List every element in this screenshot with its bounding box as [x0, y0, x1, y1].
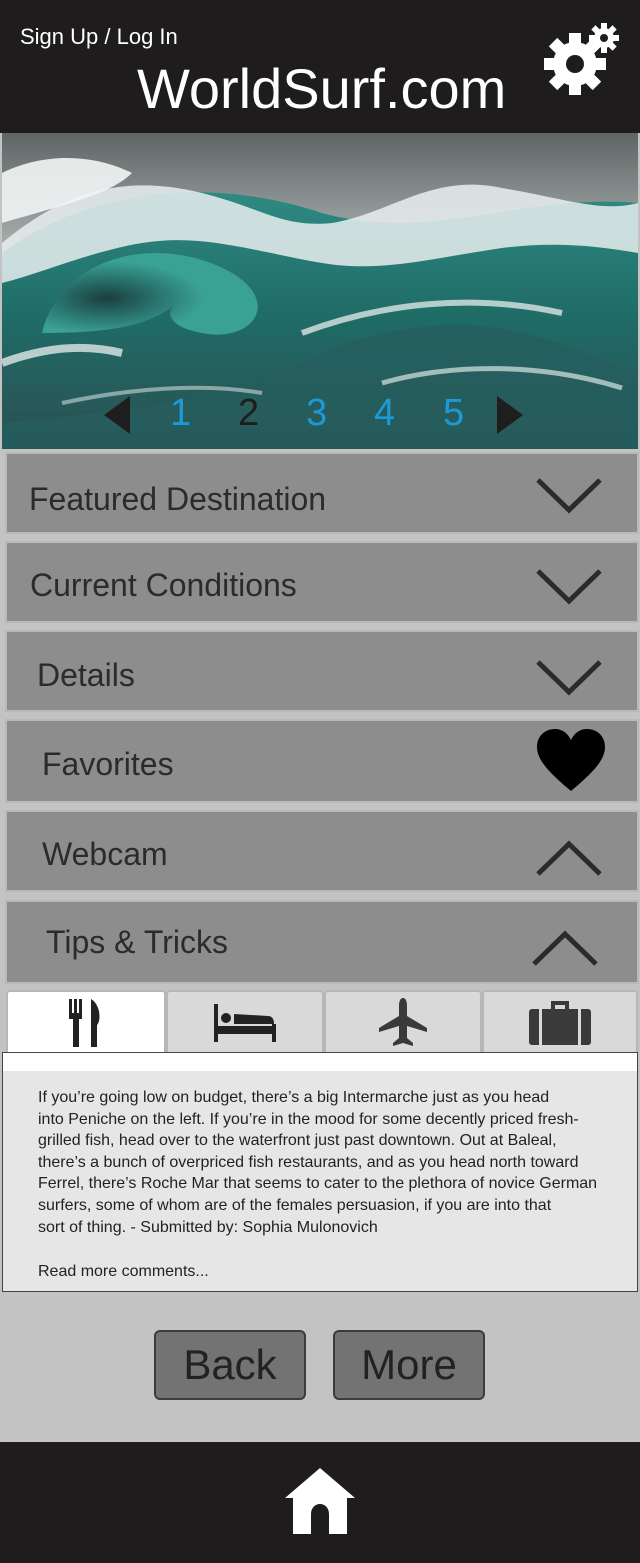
signup-login-link[interactable]: Sign Up / Log In [20, 24, 178, 50]
back-button[interactable]: Back [154, 1330, 306, 1400]
tab-restaurant[interactable] [6, 990, 166, 1054]
airplane-icon [379, 998, 427, 1046]
bed-icon [214, 1004, 276, 1042]
chevron-up-icon [532, 930, 598, 966]
accordion-label: Details [37, 657, 135, 693]
prev-arrow-icon[interactable] [104, 396, 130, 434]
next-arrow-icon[interactable] [497, 396, 523, 434]
accordion-webcam[interactable]: Webcam [5, 810, 639, 892]
accordion-current-conditions[interactable]: Current Conditions [5, 541, 639, 623]
tab-luggage[interactable] [482, 990, 638, 1054]
accordion-label: Featured Destination [29, 481, 327, 517]
accordion-tips-tricks[interactable]: Tips & Tricks [5, 900, 639, 984]
app-header: Sign Up / Log In WorldSurf.com [0, 0, 640, 133]
comment-text: If you’re going low on budget, there’s a… [38, 1089, 598, 1236]
accordion-label: Tips & Tricks [46, 924, 228, 960]
tab-lodging[interactable] [166, 990, 324, 1054]
read-more-link[interactable]: Read more comments... [38, 1263, 209, 1281]
page-3[interactable]: 3 [306, 392, 327, 435]
chevron-down-icon [536, 478, 602, 514]
page-5[interactable]: 5 [443, 392, 464, 435]
site-title: WorldSurf.com [137, 57, 507, 120]
home-icon[interactable] [285, 1468, 355, 1534]
accordion-label: Current Conditions [30, 567, 297, 603]
accordion-label: Webcam [42, 836, 168, 872]
chevron-down-icon [536, 569, 602, 605]
chevron-up-icon [536, 840, 602, 876]
restaurant-icon [69, 999, 100, 1047]
page-2[interactable]: 2 [238, 392, 259, 435]
accordion-favorites[interactable]: Favorites [5, 719, 639, 803]
gear-icon[interactable] [542, 20, 622, 100]
accordion-label: Favorites [42, 746, 174, 782]
accordion-details[interactable]: Details [5, 630, 639, 712]
accordion-featured-destination[interactable]: Featured Destination [5, 452, 639, 534]
tab-travel[interactable] [324, 990, 482, 1054]
comment-box: If you’re going low on budget, there’s a… [3, 1071, 637, 1291]
heart-icon[interactable] [537, 729, 605, 793]
luggage-icon [529, 1001, 591, 1045]
tips-tabbar [2, 988, 638, 1054]
page-4[interactable]: 4 [374, 392, 395, 435]
tips-content-panel: If you’re going low on budget, there’s a… [2, 1052, 638, 1292]
page-1[interactable]: 1 [170, 392, 191, 435]
more-button[interactable]: More [333, 1330, 485, 1400]
chevron-down-icon [536, 660, 602, 696]
